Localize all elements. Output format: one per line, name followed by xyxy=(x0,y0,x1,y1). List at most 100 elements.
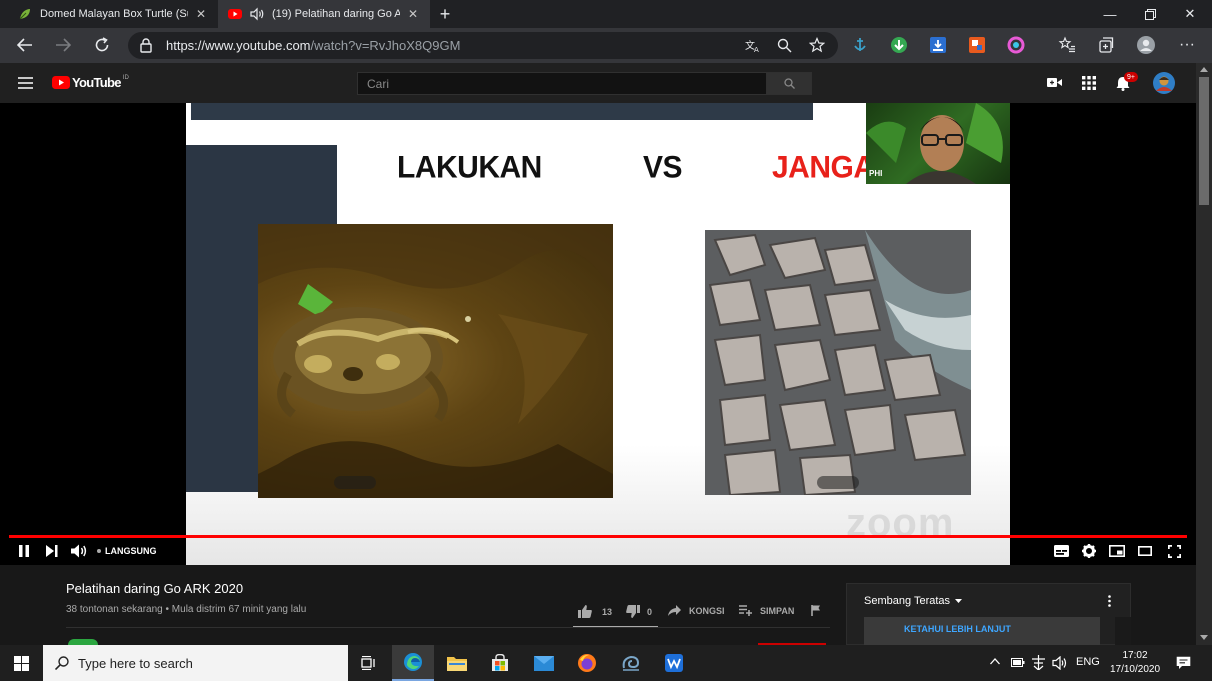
edge-taskbar-button[interactable] xyxy=(392,645,434,681)
subtitles-button[interactable] xyxy=(1051,541,1071,561)
clock[interactable]: 17:02 17/10/2020 xyxy=(1104,649,1166,677)
reload-icon[interactable] xyxy=(89,33,115,57)
favorites-icon[interactable] xyxy=(1058,36,1076,54)
audio-playing-icon[interactable] xyxy=(250,7,266,21)
youtube-play-logo-icon xyxy=(52,76,70,89)
settings-button[interactable] xyxy=(1079,541,1099,561)
toad-on-ground-image xyxy=(258,224,613,498)
start-button[interactable] xyxy=(0,645,42,681)
scroll-down-icon[interactable] xyxy=(1200,635,1208,640)
address-bar[interactable]: https://www.youtube.com/watch?v=RvJhoX8Q… xyxy=(128,32,838,59)
save-extension-icon[interactable] xyxy=(929,36,947,54)
thumbs-down-icon xyxy=(626,605,640,618)
next-button[interactable] xyxy=(42,541,62,561)
windows-taskbar: Type here to search ENG 17:02 17/10/2020 xyxy=(0,645,1212,681)
tab-youtube[interactable]: (19) Pelatihan daring Go AR ✕ xyxy=(218,0,430,28)
file-explorer-button[interactable] xyxy=(436,645,478,681)
battery-icon[interactable] xyxy=(1011,658,1025,667)
app-button[interactable] xyxy=(610,645,652,681)
hamburger-menu-icon[interactable] xyxy=(18,77,33,89)
youtube-search-input[interactable]: Cari xyxy=(357,72,767,95)
store-bag-icon xyxy=(492,654,508,671)
language-indicator[interactable]: ENG xyxy=(1076,656,1100,668)
video-info-section: Pelatihan daring Go ARK 2020 38 tontonan… xyxy=(0,565,1196,646)
theater-mode-icon xyxy=(1138,546,1152,556)
progress-bar[interactable] xyxy=(9,535,1187,538)
zoom-icon[interactable] xyxy=(777,38,792,53)
action-center-icon[interactable] xyxy=(1176,656,1191,670)
writer-app-icon xyxy=(665,654,683,672)
learn-more-link[interactable]: KETAHUI LEBIH LANJUT xyxy=(904,624,1011,634)
taskbar-search-box[interactable]: Type here to search xyxy=(43,645,348,681)
close-tab-icon[interactable]: ✕ xyxy=(194,7,208,21)
live-indicator[interactable]: LANGSUNG xyxy=(97,541,157,561)
close-tab-icon[interactable]: ✕ xyxy=(406,7,420,21)
page-scrollbar[interactable] xyxy=(1196,63,1212,645)
new-tab-icon[interactable]: + xyxy=(432,0,458,28)
pause-icon xyxy=(19,545,29,557)
browser-toolbar: https://www.youtube.com/watch?v=RvJhoX8Q… xyxy=(0,28,1212,63)
like-button[interactable]: 13 xyxy=(578,605,612,618)
live-label: LANGSUNG xyxy=(105,546,157,556)
save-button[interactable]: SIMPAN xyxy=(739,605,794,616)
firefox-button[interactable] xyxy=(566,645,608,681)
lock-icon[interactable] xyxy=(140,38,152,53)
minimize-icon[interactable]: — xyxy=(1090,0,1130,28)
scroll-up-icon[interactable] xyxy=(1200,67,1208,72)
share-button[interactable]: KONGSI xyxy=(668,605,725,616)
divider xyxy=(66,627,830,628)
video-view-info: 38 tontonan sekarang • Mula distrim 67 m… xyxy=(66,604,307,615)
apps-grid-icon[interactable] xyxy=(1082,76,1096,90)
tab-domed-turtle[interactable]: Domed Malayan Box Turtle (Sub ✕ xyxy=(8,0,218,28)
account-avatar[interactable] xyxy=(1153,72,1175,94)
color-extension-icon[interactable] xyxy=(1007,36,1025,54)
pause-button[interactable] xyxy=(14,541,34,561)
speaker-icon[interactable] xyxy=(1052,656,1068,670)
more-options-icon[interactable]: ··· xyxy=(1174,33,1200,57)
leaf-favicon-icon xyxy=(19,9,30,20)
translate-icon[interactable]: 文A xyxy=(745,38,761,53)
more-vertical-icon[interactable] xyxy=(1108,595,1111,607)
miniplayer-icon xyxy=(1109,545,1125,557)
volume-button[interactable] xyxy=(68,541,90,561)
presenter-image xyxy=(866,103,1003,184)
svg-text:A: A xyxy=(754,46,759,53)
download-extension-icon[interactable] xyxy=(890,36,908,54)
show-hidden-icons-icon[interactable] xyxy=(990,658,1000,665)
dislike-button[interactable]: 0 xyxy=(626,605,652,618)
thumbs-up-icon xyxy=(578,605,592,618)
fullscreen-button[interactable] xyxy=(1164,541,1184,561)
back-icon[interactable] xyxy=(12,33,38,57)
firefox-icon xyxy=(578,654,596,672)
store-button[interactable] xyxy=(479,645,521,681)
profile-avatar-icon[interactable] xyxy=(1137,36,1155,54)
anchor-extension-icon[interactable] xyxy=(851,36,869,54)
theater-mode-button[interactable] xyxy=(1135,541,1155,561)
network-icon[interactable] xyxy=(1031,655,1046,670)
close-window-icon[interactable]: ✕ xyxy=(1170,0,1210,28)
video-player[interactable]: LAKUKAN VS JANGAN PHI zoom LANGSUNG xyxy=(0,103,1196,565)
favorite-star-icon[interactable] xyxy=(809,37,825,53)
mail-button[interactable] xyxy=(523,645,565,681)
create-video-icon[interactable] xyxy=(1047,77,1062,88)
chat-mode-dropdown[interactable]: Sembang Teratas xyxy=(864,595,963,607)
forward-icon[interactable] xyxy=(50,33,76,57)
task-view-button[interactable] xyxy=(348,645,390,681)
youtube-search-button[interactable] xyxy=(766,72,812,95)
save-label: SIMPAN xyxy=(760,605,795,616)
youtube-logo[interactable]: YouTube ID xyxy=(52,75,129,90)
wps-office-button[interactable] xyxy=(653,645,695,681)
clock-date: 17/10/2020 xyxy=(1109,664,1161,675)
toad-photo xyxy=(258,224,613,498)
report-button[interactable] xyxy=(811,605,821,616)
chat-scrollbar[interactable] xyxy=(1115,617,1131,646)
restore-icon[interactable] xyxy=(1130,0,1170,28)
presenter-webcam: PHI xyxy=(866,103,1010,184)
clock-time: 17:02 xyxy=(1122,650,1148,661)
share-arrow-icon xyxy=(668,605,681,616)
collections-icon[interactable] xyxy=(1097,36,1115,54)
office-extension-icon[interactable] xyxy=(968,36,986,54)
miniplayer-button[interactable] xyxy=(1107,541,1127,561)
zoom-watermark: zoom xyxy=(846,501,955,545)
scrollbar-thumb[interactable] xyxy=(1199,77,1209,205)
